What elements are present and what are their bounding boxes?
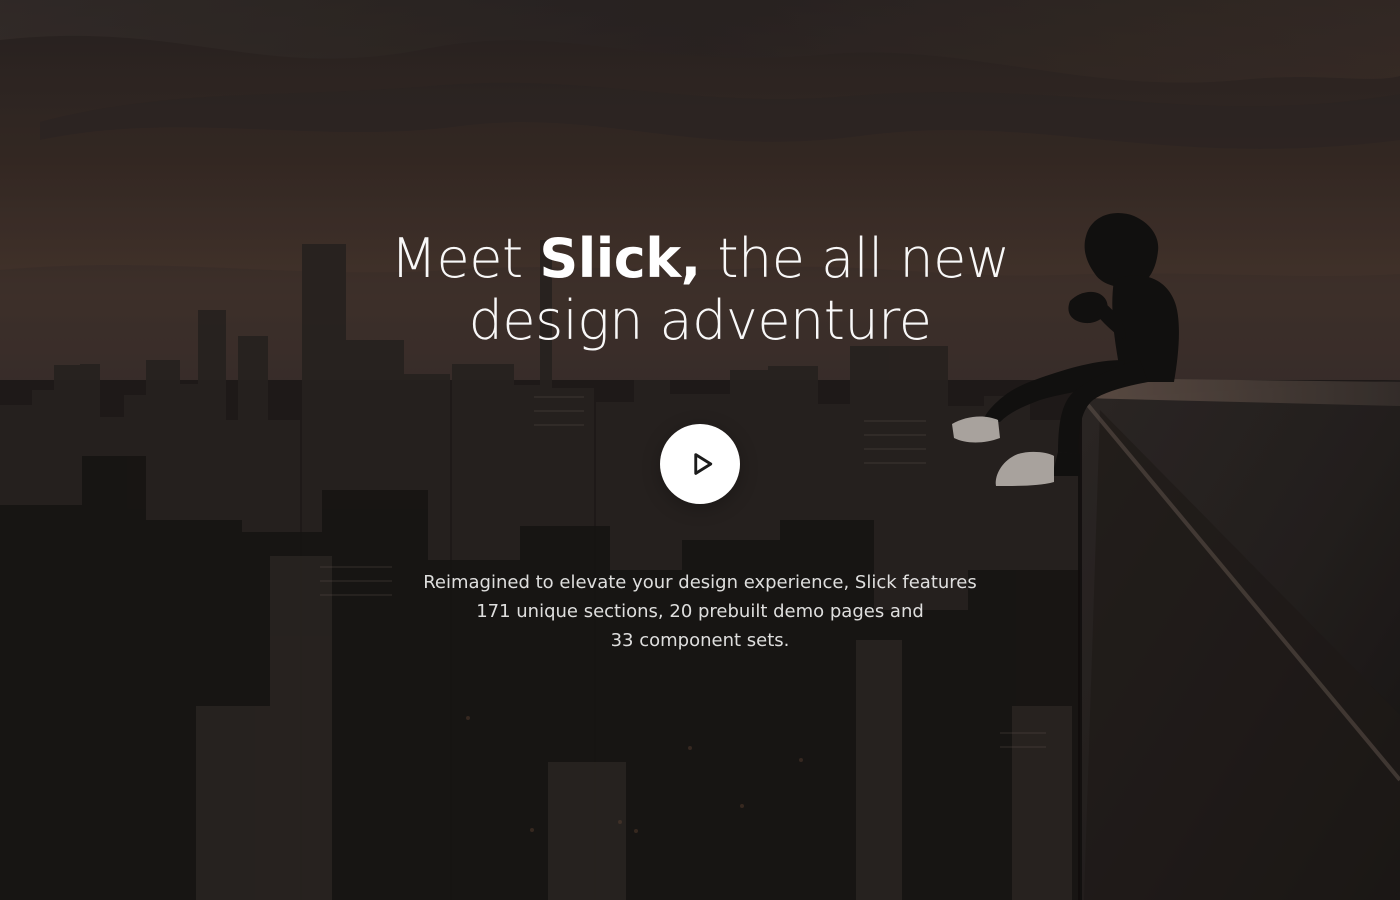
description-line-3: 33 component sets. (610, 630, 790, 651)
hero-section: Meet Slick, the all new design adventure… (0, 0, 1400, 900)
description-line-2: 171 unique sections, 20 prebuilt demo pa… (476, 601, 924, 622)
hero-headline: Meet Slick, the all new design adventure (300, 228, 1100, 352)
description-line-1: Reimagined to elevate your design experi… (423, 572, 977, 593)
headline-line-2: design adventure (468, 289, 932, 352)
play-video-button[interactable] (660, 424, 740, 504)
headline-brand: Slick, (539, 227, 701, 290)
hero-content: Meet Slick, the all new design adventure… (0, 0, 1400, 900)
play-icon (694, 453, 713, 475)
hero-description: Reimagined to elevate your design experi… (380, 568, 1020, 655)
headline-suffix: the all new (700, 227, 1010, 290)
headline-prefix: Meet (390, 227, 540, 290)
